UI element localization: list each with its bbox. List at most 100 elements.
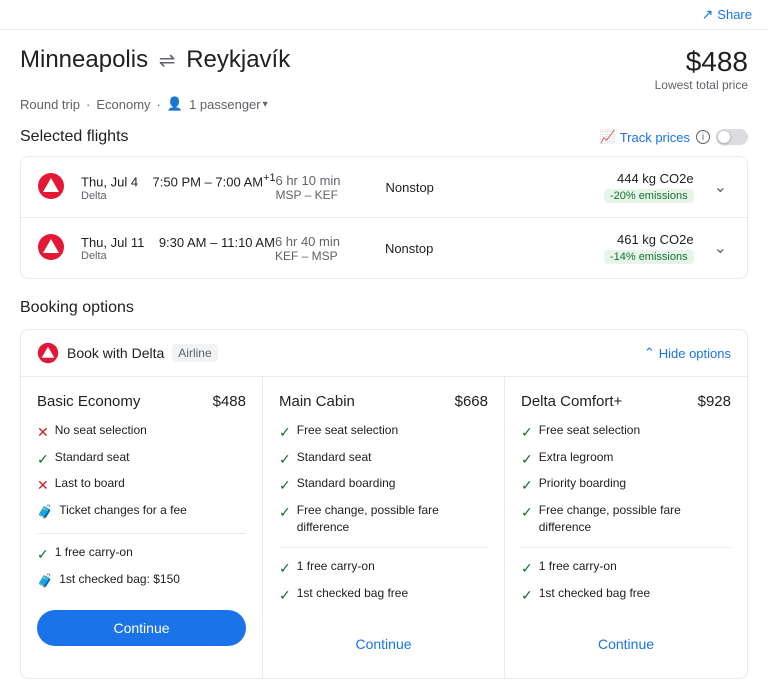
passengers-count[interactable]: 1 passenger ▾ [189, 97, 268, 112]
track-prices-toggle[interactable] [716, 129, 748, 145]
check-icon: ✓ [521, 586, 533, 606]
check-icon: ✓ [279, 476, 291, 496]
feature-list: ✓ Free seat selection ✓ Extra legroom ✓ … [521, 422, 731, 535]
feature-item: ✓ 1st checked bag free [279, 585, 488, 606]
continue-button-basic-economy[interactable]: Continue [37, 610, 246, 646]
flight-stops: Nonstop [385, 180, 485, 195]
flight-datetime: Thu, Jul 4 7:50 PM – 7:00 AM+1 Delta [81, 172, 275, 201]
booking-card: Book with Delta Airline ⌃ Hide options B… [20, 329, 748, 679]
trip-meta: Round trip · Economy · 👤 1 passenger ▾ [20, 96, 748, 112]
check-icon: ✓ [279, 503, 291, 523]
airline-tag: Airline [172, 344, 217, 362]
flight-info: Thu, Jul 4 7:50 PM – 7:00 AM+1 Delta 6 h… [81, 171, 694, 203]
fare-col-basic-economy: Basic Economy $488 ✕ No seat selection ✓… [21, 377, 263, 678]
track-prices-link[interactable]: 📈 Track prices [600, 129, 691, 145]
fare-price: $488 [213, 393, 246, 410]
airline-logo [37, 172, 65, 203]
track-prices-info-icon[interactable]: i [696, 130, 710, 144]
feature-item: ✓ 1 free carry-on [521, 558, 731, 579]
x-icon: ✕ [37, 423, 49, 443]
flight-emissions: 444 kg CO2e -20% emissions [485, 171, 693, 203]
x-icon: ✕ [37, 476, 49, 496]
flight-expand-button[interactable]: ⌄ [710, 234, 731, 262]
total-price: $488 [655, 46, 748, 78]
baggage-icon: 🧳 [37, 503, 53, 521]
emissions-badge: -14% emissions [604, 250, 694, 264]
fare-divider [279, 547, 488, 548]
flight-expand-button[interactable]: ⌄ [710, 173, 731, 201]
fare-name: Delta Comfort+ [521, 393, 622, 410]
fare-header: Delta Comfort+ $928 [521, 393, 731, 410]
flights-section: Thu, Jul 4 7:50 PM – 7:00 AM+1 Delta 6 h… [20, 156, 748, 279]
feature-list: ✓ Free seat selection ✓ Standard seat ✓ … [279, 422, 488, 535]
feature-item: 🧳 1st checked bag: $150 [37, 571, 246, 590]
feature-item: ✓ Free seat selection [279, 422, 488, 443]
flight-stops: Nonstop [385, 241, 485, 256]
fare-col-main-cabin: Main Cabin $668 ✓ Free seat selection ✓ … [263, 377, 505, 678]
flight-date: Thu, Jul 11 9:30 AM – 11:10 AM [81, 235, 275, 250]
passengers-icon: 👤 [167, 96, 183, 112]
fare-name: Basic Economy [37, 393, 140, 410]
cabin-class: Economy [96, 97, 150, 112]
feature-item: ✕ No seat selection [37, 422, 246, 443]
airline-logo [37, 233, 65, 264]
fare-columns: Basic Economy $488 ✕ No seat selection ✓… [21, 377, 747, 678]
share-icon: ↗ [702, 6, 714, 23]
price-block: $488 Lowest total price [655, 46, 748, 92]
fare-col-delta-comfort: Delta Comfort+ $928 ✓ Free seat selectio… [505, 377, 747, 678]
feature-item: ✓ Standard seat [279, 449, 488, 470]
delta-logo [37, 342, 59, 364]
flight-row: Thu, Jul 11 9:30 AM – 11:10 AM Delta 6 h… [21, 218, 747, 278]
feature-item: ✓ Standard seat [37, 449, 246, 470]
bag-feature-list: ✓ 1 free carry-on ✓ 1st checked bag free [279, 558, 488, 605]
booking-airline-row: Book with Delta Airline [37, 342, 218, 364]
share-button[interactable]: ↗ Share [702, 6, 752, 23]
check-icon: ✓ [279, 450, 291, 470]
feature-item: ✓ 1 free carry-on [37, 544, 246, 565]
booking-airline-name: Book with Delta [67, 345, 164, 361]
continue-button-main-cabin[interactable]: Continue [279, 626, 488, 662]
continue-button-delta-comfort[interactable]: Continue [521, 626, 731, 662]
check-icon: ✓ [279, 423, 291, 443]
trip-type: Round trip [20, 97, 80, 112]
flight-row: Thu, Jul 4 7:50 PM – 7:00 AM+1 Delta 6 h… [21, 157, 747, 218]
toggle-knob [718, 131, 730, 143]
feature-item: ✕ Last to board [37, 475, 246, 496]
check-icon: ✓ [521, 559, 533, 579]
booking-header: Book with Delta Airline ⌃ Hide options [21, 330, 747, 377]
feature-item: ✓ Free seat selection [521, 422, 731, 443]
selected-flights-header: Selected flights 📈 Track prices i [20, 128, 748, 146]
chevron-down-icon: ▾ [263, 99, 268, 110]
flight-datetime: Thu, Jul 11 9:30 AM – 11:10 AM Delta [81, 235, 275, 262]
hide-options-button[interactable]: ⌃ Hide options [644, 345, 731, 361]
booking-options-title: Booking options [20, 299, 748, 317]
bag-feature-list: ✓ 1 free carry-on ✓ 1st checked bag free [521, 558, 731, 605]
flight-date: Thu, Jul 4 7:50 PM – 7:00 AM+1 [81, 172, 275, 189]
fare-divider [521, 547, 731, 548]
selected-flights-title: Selected flights [20, 128, 129, 146]
check-icon: ✓ [279, 586, 291, 606]
check-icon: ✓ [37, 545, 49, 565]
check-icon: ✓ [521, 423, 533, 443]
trending-icon: 📈 [600, 129, 616, 145]
track-prices-row: 📈 Track prices i [600, 129, 749, 145]
flight-info: Thu, Jul 11 9:30 AM – 11:10 AM Delta 6 h… [81, 232, 694, 264]
emissions-badge: -20% emissions [604, 189, 694, 203]
check-icon: ✓ [279, 559, 291, 579]
feature-item: ✓ Extra legroom [521, 449, 731, 470]
header-bar: ↗ Share [0, 0, 768, 30]
fare-name: Main Cabin [279, 393, 355, 410]
fare-price: $668 [455, 393, 488, 410]
baggage-icon: 🧳 [37, 572, 53, 590]
lowest-price-label: Lowest total price [655, 78, 748, 92]
check-icon: ✓ [521, 476, 533, 496]
feature-list: ✕ No seat selection ✓ Standard seat ✕ La… [37, 422, 246, 521]
airline-name: Delta [81, 250, 275, 262]
main-content: Minneapolis ⇌ Reykjavík $488 Lowest tota… [0, 30, 768, 695]
origin: Minneapolis [20, 46, 148, 73]
fare-divider [37, 533, 246, 534]
check-icon: ✓ [37, 450, 49, 470]
chevron-up-icon: ⌃ [644, 345, 655, 361]
route-arrow: ⇌ [159, 50, 176, 72]
feature-item: ✓ Priority boarding [521, 475, 731, 496]
